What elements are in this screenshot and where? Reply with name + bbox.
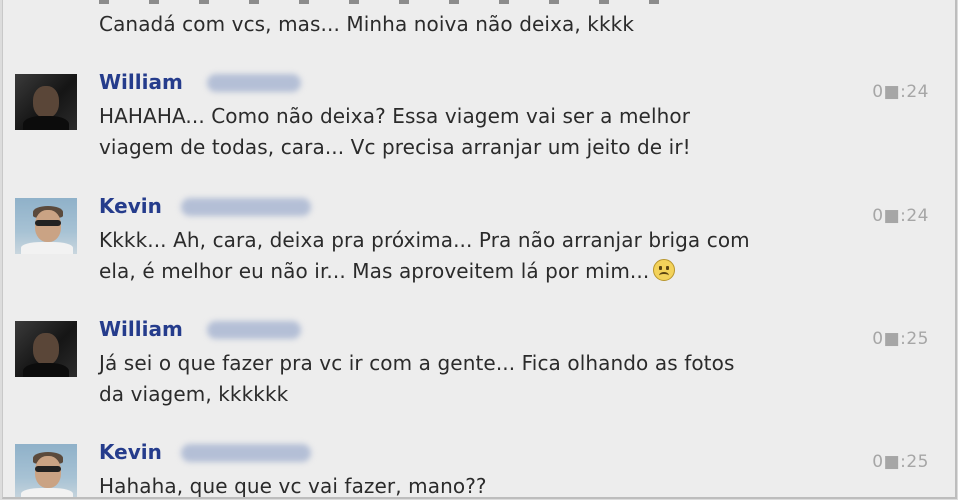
avatar-kevin[interactable] [15, 444, 77, 497]
chat-window: Canadá com vcs, mas... Minha noiva não d… [2, 0, 957, 499]
timestamp: 0■:25 [872, 452, 929, 472]
message-line: ela, é melhor eu não ir... Mas aproveite… [99, 259, 676, 283]
message-line: Kkkk... Ah, cara, deixa pra próxima... P… [99, 228, 750, 252]
sad-face-icon [653, 259, 676, 281]
timestamp: 0■:24 [872, 206, 929, 226]
redacted-surname [207, 74, 301, 92]
avatar-william[interactable] [15, 74, 77, 130]
redacted-surname [181, 198, 311, 216]
redacted-surname [207, 321, 301, 339]
avatar-william[interactable] [15, 321, 77, 377]
message-line: Hahaha, que que vc vai fazer, mano?? [99, 474, 487, 498]
sender-name[interactable]: William [99, 317, 183, 341]
timestamp: 0■:24 [872, 82, 929, 102]
message-line: Canadá com vcs, mas... Minha noiva não d… [99, 12, 634, 36]
message-line: da viagem, kkkkkk [99, 382, 289, 406]
message-line: viagem de todas, cara... Vc precisa arra… [99, 135, 691, 159]
message-line: Já sei o que fazer pra vc ir com a gente… [99, 351, 735, 375]
timestamp: 0■:25 [872, 329, 929, 349]
cropped-text-fragment [99, 0, 719, 4]
message-line: HAHAHA... Como não deixa? Essa viagem va… [99, 104, 691, 128]
sender-name[interactable]: William [99, 70, 183, 94]
redacted-surname [181, 444, 311, 462]
sender-name[interactable]: Kevin [99, 194, 162, 218]
avatar-kevin[interactable] [15, 198, 77, 254]
message-line-text: ela, é melhor eu não ir... Mas aproveite… [99, 259, 650, 283]
sender-name[interactable]: Kevin [99, 440, 162, 464]
